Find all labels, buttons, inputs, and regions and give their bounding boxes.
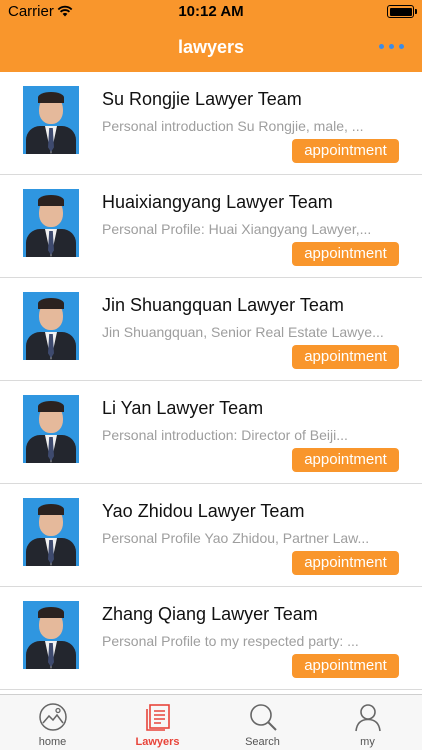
clock: 10:12 AM bbox=[178, 3, 244, 20]
tab-my-label: my bbox=[360, 736, 375, 748]
list-item[interactable]: Jin Shuangquan Lawyer Team Jin Shuangqua… bbox=[0, 278, 422, 381]
home-landscape-icon bbox=[39, 703, 67, 731]
list-item[interactable]: Zhang Qiang Lawyer Team Personal Profile… bbox=[0, 587, 422, 690]
user-icon bbox=[355, 704, 381, 732]
tab-my[interactable]: my bbox=[315, 695, 420, 750]
page-title: lawyers bbox=[177, 37, 245, 57]
list-item[interactable]: Li Yan Lawyer Team Personal introduction… bbox=[0, 381, 422, 484]
appointment-button[interactable]: appointment bbox=[292, 139, 399, 163]
appointment-button[interactable]: appointment bbox=[292, 345, 399, 369]
lawyer-name: Yao Zhidou Lawyer Team bbox=[102, 501, 305, 521]
lawyer-intro: Personal Profile to my respected party: … bbox=[102, 633, 359, 649]
lawyer-intro: Personal introduction: Director of Beiji… bbox=[102, 427, 348, 443]
lawyer-name: Su Rongjie Lawyer Team bbox=[102, 89, 302, 109]
appointment-button[interactable]: appointment bbox=[292, 654, 399, 678]
lawyer-photo bbox=[23, 498, 79, 566]
tab-search[interactable]: Search bbox=[210, 695, 315, 750]
tab-home[interactable]: home bbox=[0, 695, 105, 750]
lawyer-name: Jin Shuangquan Lawyer Team bbox=[102, 295, 344, 315]
lawyer-intro: Personal Profile Yao Zhidou, Partner Law… bbox=[102, 530, 370, 546]
status-bar: Carrier 10:12 AM bbox=[0, 0, 422, 24]
lawyer-intro: Personal Profile: Huai Xiangyang Lawyer,… bbox=[102, 221, 372, 237]
tab-search-label: Search bbox=[245, 736, 280, 748]
lawyer-intro: Personal introduction Su Rongjie, male, … bbox=[102, 118, 364, 134]
appointment-button[interactable]: appointment bbox=[292, 448, 399, 472]
appointment-button[interactable]: appointment bbox=[292, 242, 399, 266]
tab-lawyers[interactable]: Lawyers bbox=[105, 695, 210, 750]
tab-bar: home Lawyers Search my bbox=[0, 694, 422, 750]
lawyer-photo bbox=[23, 86, 79, 154]
lawyer-name: Li Yan Lawyer Team bbox=[102, 398, 264, 418]
list-item[interactable]: Huaixiangyang Lawyer Team Personal Profi… bbox=[0, 175, 422, 278]
tab-home-label: home bbox=[38, 736, 67, 748]
document-icon bbox=[146, 704, 170, 731]
list-item[interactable]: Su Rongjie Lawyer Team Personal introduc… bbox=[0, 72, 422, 175]
lawyer-list[interactable]: Su Rongjie Lawyer Team Personal introduc… bbox=[0, 72, 422, 694]
lawyer-intro: Jin Shuangquan, Senior Real Estate Lawye… bbox=[102, 324, 384, 340]
appointment-button[interactable]: appointment bbox=[292, 551, 399, 575]
search-icon bbox=[250, 704, 277, 731]
list-item[interactable]: Yao Zhidou Lawyer Team Personal Profile … bbox=[0, 484, 422, 587]
lawyer-photo bbox=[23, 189, 79, 257]
lawyer-name: Zhang Qiang Lawyer Team bbox=[102, 604, 318, 624]
tab-lawyers-label: Lawyers bbox=[135, 736, 180, 748]
battery-icon bbox=[387, 5, 417, 18]
header: Carrier 10:12 AM lawyers bbox=[0, 0, 422, 72]
lawyer-photo bbox=[23, 601, 79, 669]
lawyer-photo bbox=[23, 292, 79, 360]
lawyer-photo bbox=[23, 395, 79, 463]
lawyer-name: Huaixiangyang Lawyer Team bbox=[102, 192, 333, 212]
more-options-icon[interactable] bbox=[379, 44, 405, 50]
